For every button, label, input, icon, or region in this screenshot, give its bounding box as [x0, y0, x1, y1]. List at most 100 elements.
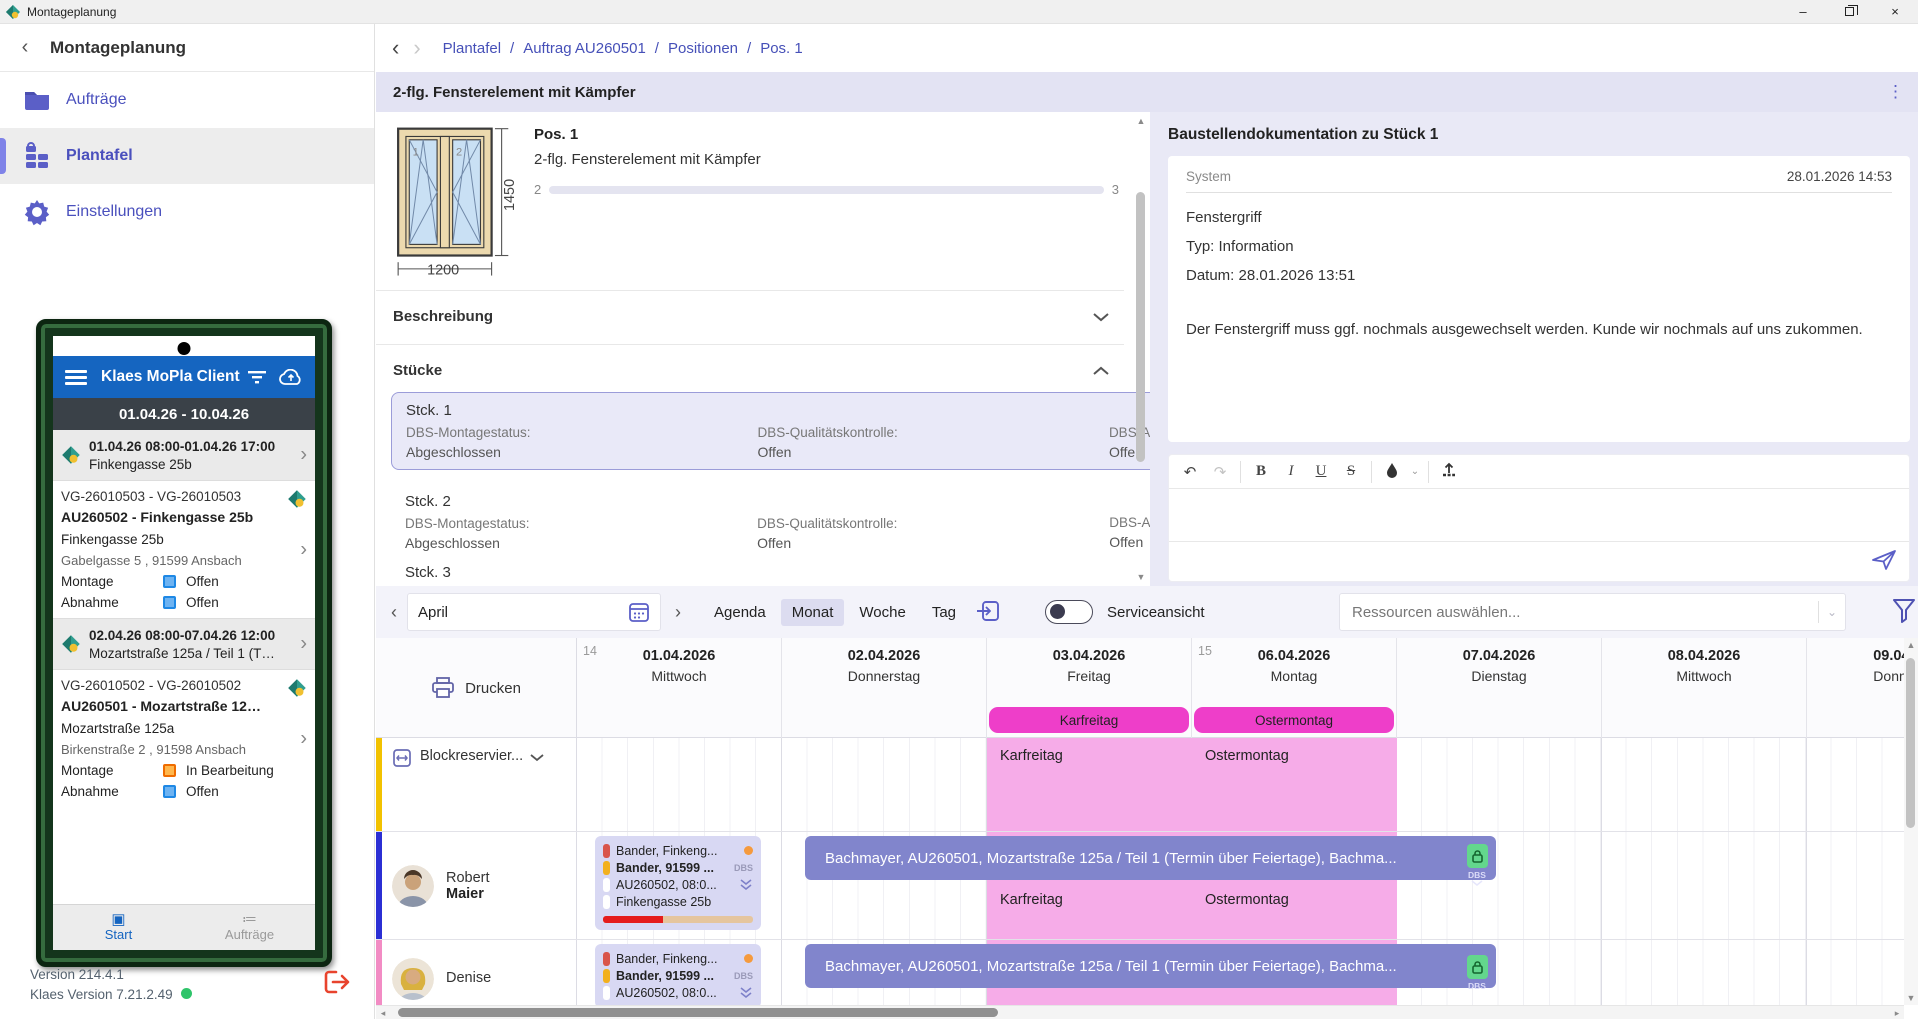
calendar-icon[interactable] — [628, 601, 650, 623]
hamburger-menu-icon — [65, 367, 87, 388]
view-tab-monat[interactable]: Monat — [781, 599, 845, 626]
italic-button[interactable]: I — [1276, 463, 1306, 480]
undo-icon[interactable]: ↶ — [1175, 463, 1205, 481]
progress-current: 2 — [534, 182, 541, 197]
planning-calendar: ‹ › Agenda Monat Woche Tag — [376, 586, 1918, 1019]
termin-place: Finkengasse 25b — [89, 457, 275, 472]
view-tab-agenda[interactable]: Agenda — [703, 599, 777, 626]
restore-button[interactable] — [1826, 0, 1872, 23]
stueck-card-3[interactable]: Stck. 3 Bau-100-103 — [391, 555, 1150, 586]
message-line: Fenstergriff — [1186, 203, 1892, 232]
minimize-button[interactable]: – — [1780, 0, 1826, 23]
print-button[interactable]: Drucken — [376, 638, 577, 738]
chevron-up-icon[interactable] — [1092, 366, 1110, 376]
strikethrough-button[interactable]: S — [1336, 463, 1366, 480]
event-bar-text: Bachmayer, AU260501, Mozartstraße 125a /… — [825, 958, 1456, 975]
serviceansicht-toggle[interactable] — [1045, 600, 1093, 624]
klaes-icon — [61, 445, 81, 465]
chevron-down-icon[interactable] — [1092, 312, 1110, 322]
event-bar-bachmayer[interactable]: Bachmayer, AU260501, Mozartstraße 125a /… — [805, 836, 1496, 880]
resource-cell[interactable]: Robert Maier — [376, 832, 577, 939]
color-dropdown-chevron-icon[interactable]: ⌄ — [1407, 466, 1423, 477]
section-stuecke[interactable]: Stücke — [393, 362, 1110, 379]
resource-cell[interactable]: Denise — [376, 940, 577, 1005]
text-color-icon[interactable] — [1377, 462, 1407, 482]
prev-period-icon[interactable]: ‹ — [391, 602, 397, 623]
filter-funnel-icon[interactable] — [1892, 598, 1916, 627]
nav-back-icon[interactable]: ‹ — [392, 35, 399, 61]
scroll-right-icon[interactable]: ▸ — [1890, 1006, 1904, 1019]
sidebar-item-plantafel[interactable]: Plantafel — [0, 128, 374, 184]
montage-status-value: Abgeschlossen — [405, 535, 757, 551]
event-card-bander[interactable]: Bander, Finkeng... Bander, 91599 ...DBS … — [595, 944, 761, 1005]
detail-scrollbar[interactable]: ▲ ▼ — [1134, 114, 1148, 584]
goto-date-icon[interactable] — [975, 599, 1001, 626]
double-chevron-down-icon[interactable] — [739, 879, 753, 891]
row-day-area[interactable]: Karfreitag Ostermontag — [577, 738, 1904, 831]
bold-button[interactable]: B — [1246, 463, 1276, 480]
scrollbar-thumb[interactable] — [398, 1008, 998, 1017]
nav-forward-icon[interactable]: › — [413, 35, 420, 61]
toggle-knob — [1050, 604, 1065, 619]
phone-tab-auftraege: ≔ Aufträge — [184, 913, 315, 942]
logout-icon — [322, 968, 352, 996]
send-button[interactable] — [1871, 548, 1897, 575]
abnahme-label: Abnahme — [61, 784, 131, 799]
breadcrumb-separator: / — [510, 40, 514, 57]
breadcrumb-pos1[interactable]: Pos. 1 — [760, 40, 803, 57]
breadcrumb-positionen[interactable]: Positionen — [668, 40, 738, 57]
order-site: Mozartstraße 125a — [61, 721, 305, 736]
resource-select[interactable]: ⌄ — [1339, 593, 1846, 631]
day-date: 09.04.2026 — [1807, 648, 1904, 664]
chevron-down-icon[interactable] — [529, 753, 545, 762]
resource-name: Blockreservier... — [420, 748, 523, 764]
close-button[interactable]: × — [1872, 0, 1918, 23]
next-period-icon[interactable]: › — [675, 602, 681, 623]
view-tab-woche[interactable]: Woche — [848, 599, 916, 626]
orange-status-dot — [744, 846, 753, 855]
calendar-hscrollbar[interactable]: ◂ ▸ — [376, 1005, 1904, 1019]
upload-icon[interactable] — [1434, 462, 1464, 482]
sidebar-item-einstellungen[interactable]: Einstellungen — [0, 184, 374, 240]
redo-icon[interactable]: ↷ — [1205, 463, 1235, 481]
cloud-sync-icon — [279, 369, 303, 386]
scrollbar-thumb[interactable] — [1906, 658, 1915, 828]
order-site: Finkengasse 25b — [61, 532, 305, 547]
combo-chevron-icon[interactable]: ⌄ — [1827, 605, 1837, 619]
holiday-label: Ostermontag — [1205, 748, 1289, 764]
event-bar-bachmayer[interactable]: Bachmayer, AU260501, Mozartstraße 125a /… — [805, 944, 1496, 988]
sidebar-back-icon[interactable]: ‹ — [0, 36, 50, 59]
underline-button[interactable]: U — [1306, 463, 1336, 480]
row-day-area[interactable]: Bander, Finkeng... Bander, 91599 ...DBS … — [577, 940, 1904, 1005]
scroll-up-icon[interactable]: ▲ — [1904, 638, 1918, 652]
section-beschreibung[interactable]: Beschreibung — [393, 308, 1110, 325]
breadcrumb-auftrag[interactable]: Auftrag AU260501 — [523, 40, 646, 57]
termin-place: Mozartstraße 125a / Teil 1 (T… — [89, 646, 275, 661]
period-input[interactable] — [418, 604, 628, 621]
termin-time: 01.04.26 08:00-01.04.26 17:00 — [89, 439, 275, 454]
sidebar-item-auftraege[interactable]: Aufträge — [0, 72, 374, 128]
logout-button[interactable] — [322, 968, 352, 999]
resource-cell[interactable]: Blockreservier... — [376, 738, 577, 831]
kebab-menu-icon[interactable]: ⋮ — [1887, 82, 1904, 102]
progress-max: 3 — [1112, 182, 1119, 197]
breadcrumb-plantafel[interactable]: Plantafel — [443, 40, 501, 57]
double-chevron-down-icon[interactable] — [739, 987, 753, 999]
calendar-vscrollbar[interactable]: ▲ ▼ — [1904, 638, 1918, 1005]
day-header: 15 06.04.2026 Montag Ostermontag — [1192, 638, 1397, 738]
lock-icon — [1467, 955, 1488, 979]
scrollbar-thumb[interactable] — [1136, 192, 1145, 462]
resource-input[interactable] — [1352, 604, 1818, 621]
event-card-bander[interactable]: Bander, Finkeng... Bander, 91599 ...DBS … — [595, 836, 761, 930]
scroll-down-icon[interactable]: ▼ — [1134, 570, 1148, 584]
editor-textarea[interactable] — [1169, 489, 1909, 541]
row-day-area[interactable]: Karfreitag Ostermontag Bander, Finkeng..… — [577, 832, 1904, 939]
stueck-card-2[interactable]: Stck. 2 DBS-Montagestatus: Abgeschlossen… — [391, 484, 1150, 560]
width-dimension: 1200 — [427, 262, 459, 278]
scroll-up-icon[interactable]: ▲ — [1134, 114, 1148, 128]
scroll-left-icon[interactable]: ◂ — [376, 1006, 390, 1019]
period-picker[interactable] — [407, 593, 661, 631]
scroll-down-icon[interactable]: ▼ — [1904, 991, 1918, 1005]
view-tab-tag[interactable]: Tag — [921, 599, 967, 626]
stueck-card-1[interactable]: Stck. 1 DBS-Montagestatus: Abgeschlossen… — [391, 392, 1150, 470]
